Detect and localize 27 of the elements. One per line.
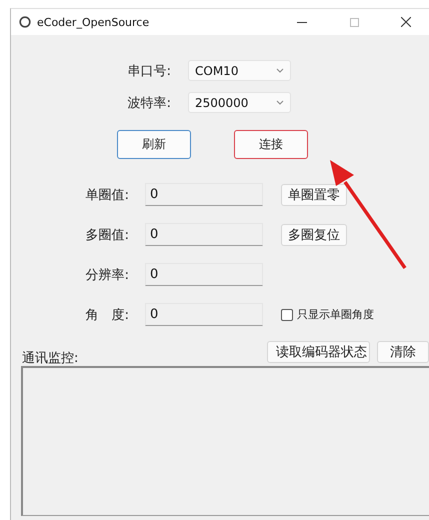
action-button[interactable]: 多圈复位 (281, 224, 347, 246)
monitor-label: 通讯监控: (22, 350, 78, 367)
app-icon (19, 16, 31, 28)
action-button[interactable]: 单圈置零 (281, 184, 347, 206)
action-button[interactable]: 刷新 (117, 130, 191, 159)
action-button[interactable]: 读取编码器状态 (267, 341, 370, 363)
value-field[interactable]: 0 (145, 263, 263, 286)
close-icon (401, 17, 411, 27)
field-label: 串口号: (126, 62, 171, 80)
chevron-down-icon (276, 100, 284, 105)
monitor-textarea[interactable] (21, 366, 429, 516)
value-field[interactable]: 0 (145, 223, 263, 246)
option-checkbox[interactable]: 只显示单圈角度 (281, 307, 374, 322)
field-label: 多圈值: (84, 226, 129, 244)
field-label: 波特率: (126, 94, 171, 112)
highlighted-button[interactable]: 连接 (234, 130, 308, 159)
value-field[interactable]: 0 (145, 303, 263, 326)
field-label: 分辨率: (84, 266, 129, 284)
window-title: eCoder_OpenSource (37, 16, 150, 28)
field-label: 角 度: (84, 306, 129, 324)
maximize-icon (350, 18, 358, 26)
dropdown[interactable]: 2500000 (188, 92, 291, 113)
action-button[interactable]: 清除 (377, 341, 429, 363)
dropdown[interactable]: COM10 (188, 60, 291, 81)
field-label: 单圈值: (84, 186, 129, 204)
chevron-down-icon (276, 68, 284, 73)
value-field[interactable]: 0 (145, 183, 263, 206)
